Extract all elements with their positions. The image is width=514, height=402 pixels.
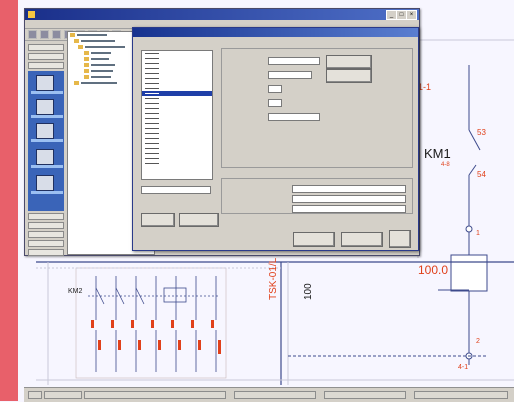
dialog-title-bar[interactable] — [133, 28, 418, 37]
motor-icon[interactable] — [36, 75, 54, 91]
nav-label-5 — [31, 191, 63, 194]
vertical-text-2: 100 — [303, 283, 314, 300]
nav-label-1 — [31, 91, 63, 94]
edit-button[interactable] — [141, 213, 175, 227]
section-row-2[interactable] — [292, 195, 406, 203]
status-bar — [24, 387, 514, 402]
nav-button-3[interactable] — [28, 62, 64, 69]
up-folder-icon[interactable] — [52, 30, 61, 39]
folder-icon — [74, 81, 79, 85]
nav-label-3 — [31, 139, 63, 142]
folder-icon — [74, 39, 79, 43]
value-box-label: 100.0 — [418, 263, 449, 277]
list-filter-field[interactable] — [141, 186, 211, 194]
folder-icon — [84, 51, 89, 55]
folder-icon — [70, 33, 75, 37]
folder-icon — [84, 57, 89, 61]
folder-icon — [84, 63, 89, 67]
nav-label-4 — [31, 165, 63, 168]
property-field-3[interactable] — [268, 85, 282, 93]
status-field — [414, 391, 508, 399]
device-icon[interactable] — [36, 149, 54, 165]
nav-label-2 — [31, 115, 63, 118]
options-button[interactable] — [326, 69, 372, 83]
folder-icon — [78, 45, 83, 49]
monitor-icon[interactable] — [36, 123, 54, 139]
close-button[interactable]: × — [406, 10, 417, 20]
ok-button[interactable] — [293, 232, 335, 247]
status-icon — [28, 391, 42, 399]
nav-icon-panel — [28, 71, 64, 211]
contact-top-label: 53 — [477, 128, 486, 137]
km2-label: KM2 — [68, 288, 83, 295]
app-title-bar[interactable]: _ □ × — [25, 9, 419, 20]
app-icon — [28, 11, 35, 18]
nav-button-2[interactable] — [28, 53, 64, 60]
bottom-ref-label: 4-1 — [458, 364, 469, 371]
status-field — [44, 391, 82, 399]
nav-button-6[interactable] — [28, 231, 64, 238]
km1-label: KM1 — [424, 146, 451, 161]
add-button[interactable] — [179, 213, 219, 227]
page-frame-left — [0, 0, 18, 401]
section-group — [221, 178, 413, 214]
component-icon[interactable] — [36, 175, 54, 191]
folder-icon — [84, 69, 89, 73]
nav-button-8[interactable] — [28, 249, 64, 256]
status-field — [324, 391, 406, 399]
section-row-1[interactable] — [292, 185, 406, 193]
forward-icon[interactable] — [40, 30, 49, 39]
nav-button-4[interactable] — [28, 213, 64, 220]
help-icon[interactable] — [389, 230, 411, 248]
find-button[interactable] — [326, 55, 372, 69]
properties-group — [221, 48, 413, 168]
left-navigation — [27, 43, 65, 256]
km2-contactor-block — [75, 267, 227, 379]
terminal-1-label: 1 — [476, 230, 480, 237]
nav-button-1[interactable] — [28, 44, 64, 51]
list-item[interactable] — [142, 161, 212, 166]
folder-icon — [84, 75, 89, 79]
property-field-1[interactable] — [268, 57, 320, 65]
cancel-button[interactable] — [341, 232, 383, 247]
nav-button-5[interactable] — [28, 222, 64, 229]
component-list[interactable] — [141, 50, 213, 180]
property-field-5[interactable] — [268, 113, 320, 121]
status-field — [84, 391, 226, 399]
status-field — [234, 391, 316, 399]
property-field-2[interactable] — [268, 71, 312, 79]
cable-icon[interactable] — [36, 99, 54, 115]
section-row-3[interactable] — [292, 205, 406, 213]
contact-bottom-label: 54 — [477, 170, 486, 179]
nav-button-7[interactable] — [28, 240, 64, 247]
properties-dialog[interactable] — [132, 27, 419, 251]
property-field-4[interactable] — [268, 99, 282, 107]
back-icon[interactable] — [28, 30, 37, 39]
terminal-2-label: 2 — [476, 338, 480, 345]
km1-ref-label: 4-8 — [441, 162, 450, 168]
